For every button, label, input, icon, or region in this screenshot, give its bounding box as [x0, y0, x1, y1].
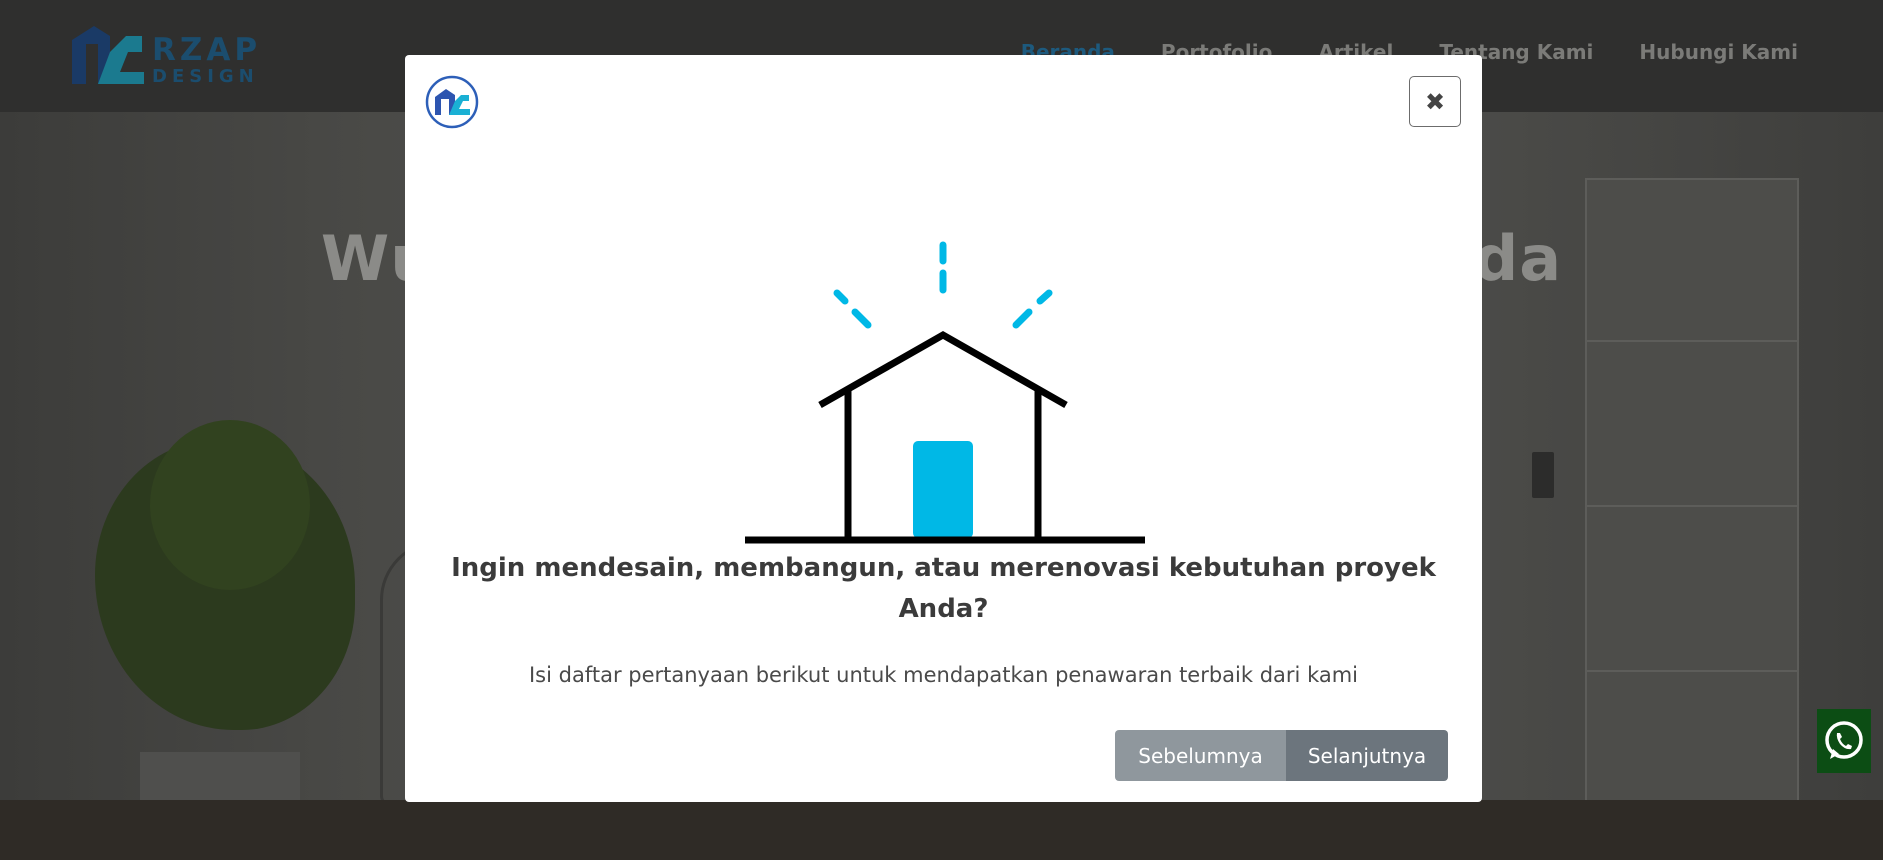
- logo-word: RZAP: [152, 32, 262, 68]
- close-button[interactable]: ✖: [1409, 76, 1461, 127]
- logo-subtitle: DESIGN: [152, 66, 259, 87]
- background-plant: [150, 420, 310, 590]
- modal-heading: Ingin mendesain, membangun, atau merenov…: [451, 553, 1436, 624]
- whatsapp-button[interactable]: [1817, 709, 1871, 773]
- next-button[interactable]: Selanjutnya: [1286, 730, 1448, 781]
- background-door-panel: [1585, 340, 1799, 342]
- background-door-panel: [1585, 505, 1799, 507]
- whatsapp-icon: [1825, 721, 1863, 759]
- modal-description: Isi daftar pertanyaan berikut untuk mend…: [528, 663, 1359, 687]
- close-icon: ✖: [1424, 87, 1446, 116]
- nav-item-hubungi-kami[interactable]: Hubungi Kami: [1639, 40, 1798, 64]
- background-floor: [0, 800, 1883, 860]
- logo-mark-icon: [72, 26, 144, 84]
- house-illustration-icon: [745, 241, 1145, 544]
- quote-modal: ✖ Ingin mendesain, membangun, atau meren…: [405, 55, 1482, 802]
- background-door-panel: [1585, 670, 1799, 672]
- background-door-handle: [1532, 452, 1554, 498]
- previous-button[interactable]: Sebelumnya: [1115, 730, 1286, 781]
- site-logo[interactable]: RZAP DESIGN: [68, 22, 258, 88]
- brand-logo-icon: [425, 75, 479, 129]
- wizard-nav: Sebelumnya Selanjutnya: [1115, 730, 1448, 781]
